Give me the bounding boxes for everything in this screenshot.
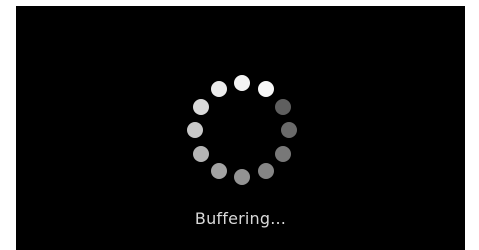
spinner-dot (234, 75, 250, 91)
spinner-dot (234, 169, 250, 185)
spinner-dot (193, 98, 210, 115)
buffering-status-text: Buffering... (194, 209, 287, 228)
spinner-dot (257, 81, 274, 98)
spinner-dot (281, 122, 297, 138)
spinner-dot (274, 145, 291, 162)
spinner-dot (187, 122, 203, 138)
spinner-dot (274, 98, 291, 115)
spinner-dot (257, 162, 274, 179)
video-player[interactable]: Buffering... (16, 6, 465, 250)
spinner-dot (210, 162, 227, 179)
spinner-dot (210, 81, 227, 98)
spinner-dot (193, 145, 210, 162)
